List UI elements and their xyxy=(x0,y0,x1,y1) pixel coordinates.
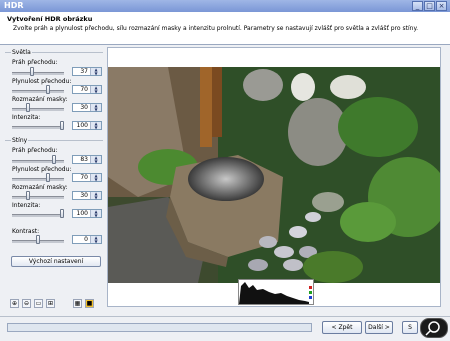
spin-value: 0 xyxy=(84,236,88,243)
slider-thumb[interactable] xyxy=(26,103,31,112)
lights-intensity-spin[interactable]: 100 ▲ ▼ xyxy=(72,121,102,130)
close-button[interactable]: × xyxy=(436,1,447,11)
maximize-button[interactable]: □ xyxy=(424,1,435,11)
lights-blur-spin[interactable]: 30 ▲ ▼ xyxy=(72,103,102,112)
zoom-in-icon[interactable]: ⊕ xyxy=(10,299,19,308)
magnifier-icon[interactable] xyxy=(420,318,448,338)
slider-thumb[interactable] xyxy=(60,121,64,130)
slider-thumb[interactable] xyxy=(36,235,40,244)
shadows-intensity-label: Intenzita: xyxy=(12,202,41,209)
spin-value: 30 xyxy=(80,192,88,199)
shadows-blur-spin[interactable]: 30 ▲ ▼ xyxy=(72,191,102,200)
reset-defaults-button[interactable]: Výchozí nastavení xyxy=(11,256,101,267)
slider-thumb[interactable] xyxy=(29,67,34,76)
spin-value: 30 xyxy=(80,104,88,111)
hdr-dialog-window: HDR _ □ × Vytvoření HDR obrázku Zvolte p… xyxy=(0,0,450,341)
contrast-slider[interactable] xyxy=(12,235,64,245)
title-bar: HDR _ □ × xyxy=(0,0,450,12)
lights-intensity-slider[interactable] xyxy=(12,121,64,131)
histogram xyxy=(238,279,314,305)
shadows-group-label: Stíny xyxy=(11,137,29,144)
spin-value: 100 xyxy=(76,122,88,129)
lights-blur-slider[interactable] xyxy=(12,103,64,113)
zoom-out-icon[interactable]: ⊖ xyxy=(22,299,31,308)
lights-threshold-label: Práh přechodu: xyxy=(12,59,58,66)
shadows-threshold-spin[interactable]: 83 ▲ ▼ xyxy=(72,155,102,164)
shadows-intensity-slider[interactable] xyxy=(12,209,64,219)
spin-value: 100 xyxy=(76,210,88,217)
lights-smoothness-spin[interactable]: 70 ▲ ▼ xyxy=(72,85,102,94)
dialog-heading: Vytvoření HDR obrázku xyxy=(7,15,93,23)
shadows-blur-slider[interactable] xyxy=(12,191,64,201)
next-button[interactable]: Další > xyxy=(365,321,393,334)
compare-icon[interactable]: ▦ xyxy=(73,299,82,308)
shadows-threshold-label: Práh přechodu: xyxy=(12,147,58,154)
spin-value: 83 xyxy=(80,156,88,163)
dialog-header: Vytvoření HDR obrázku Zvolte práh a plyn… xyxy=(0,12,450,45)
lights-blur-label: Rozmazání masky: xyxy=(12,96,68,103)
lights-group-label: Světla xyxy=(11,49,32,56)
shadows-blur-label: Rozmazání masky: xyxy=(12,184,68,191)
spin-arrows-icon[interactable]: ▲ ▼ xyxy=(90,122,101,129)
actual-size-icon[interactable]: ⊞ xyxy=(46,299,55,308)
garden-fountain-image xyxy=(108,67,440,283)
window-title: HDR xyxy=(4,1,24,10)
spin-value: 37 xyxy=(80,68,88,75)
back-button[interactable]: < Zpět xyxy=(322,321,362,334)
contrast-label: Kontrast: xyxy=(12,228,40,235)
lights-smoothness-label: Plynulost přechodu: xyxy=(12,78,72,85)
fit-icon[interactable]: ▭ xyxy=(34,299,43,308)
preview-photo xyxy=(108,67,440,283)
progress-bar xyxy=(7,323,312,332)
spin-arrows-icon[interactable]: ▲ ▼ xyxy=(90,156,101,163)
shadows-threshold-slider[interactable] xyxy=(12,155,64,165)
slider-thumb[interactable] xyxy=(45,173,50,182)
spin-arrows-icon[interactable]: ▲ ▼ xyxy=(90,236,101,243)
shadows-smoothness-slider[interactable] xyxy=(12,173,64,183)
shadows-smoothness-spin[interactable]: 70 ▲ ▼ xyxy=(72,173,102,182)
minimize-button[interactable]: _ xyxy=(412,1,423,11)
slider-thumb[interactable] xyxy=(51,155,56,164)
spin-arrows-icon[interactable]: ▲ ▼ xyxy=(90,210,101,217)
spin-arrows-icon[interactable]: ▲ ▼ xyxy=(90,104,101,111)
spin-value: 70 xyxy=(80,86,88,93)
image-preview[interactable] xyxy=(107,47,441,307)
slider-thumb[interactable] xyxy=(45,85,50,94)
shadows-smoothness-label: Plynulost přechodu: xyxy=(12,166,72,173)
spin-arrows-icon[interactable]: ▲ ▼ xyxy=(90,68,101,75)
spin-arrows-icon[interactable]: ▲ ▼ xyxy=(90,174,101,181)
bottom-bar: < Zpět Další > S xyxy=(0,316,450,341)
histogram-graph xyxy=(239,282,312,304)
spin-arrows-icon[interactable]: ▲ ▼ xyxy=(90,86,101,93)
contrast-spin[interactable]: 0 ▲ ▼ xyxy=(72,235,102,244)
highlight-icon[interactable]: ■ xyxy=(85,299,94,308)
extra-button[interactable]: S xyxy=(402,321,418,334)
dialog-description: Zvolte práh a plynulost přechodu, sílu r… xyxy=(13,25,419,32)
lights-threshold-spin[interactable]: 37 ▲ ▼ xyxy=(72,67,102,76)
spin-arrows-icon[interactable]: ▲ ▼ xyxy=(90,192,101,199)
shadows-intensity-spin[interactable]: 100 ▲ ▼ xyxy=(72,209,102,218)
settings-panel: Světla Práh přechodu: 37 ▲ ▼ Plynulost pře… xyxy=(3,44,105,315)
lights-intensity-label: Intenzita: xyxy=(12,114,41,121)
slider-thumb[interactable] xyxy=(26,191,31,200)
lights-threshold-slider[interactable] xyxy=(12,67,64,77)
spin-value: 70 xyxy=(80,174,88,181)
lights-smoothness-slider[interactable] xyxy=(12,85,64,95)
slider-thumb[interactable] xyxy=(60,209,64,218)
